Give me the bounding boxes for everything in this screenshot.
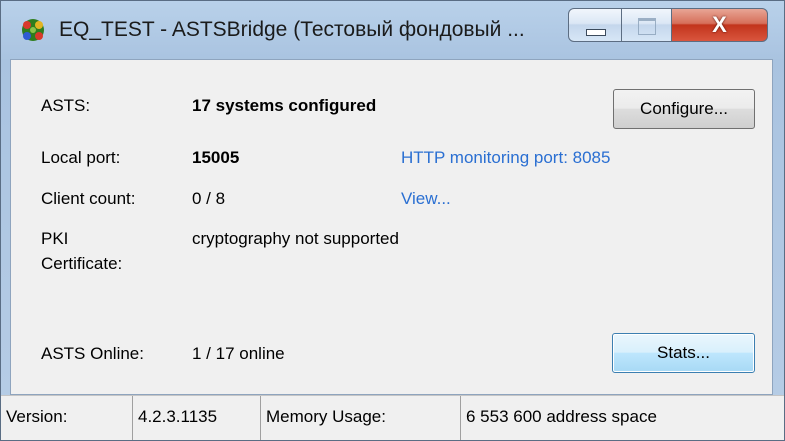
version-label: Version: <box>1 396 133 440</box>
window-title: EQ_TEST - ASTSBridge (Тестовый фондовый … <box>59 18 525 41</box>
pki-value: cryptography not supported <box>192 229 399 248</box>
title-bar[interactable]: EQ_TEST - ASTSBridge (Тестовый фондовый … <box>1 1 784 59</box>
pki-label-line2: Certificate: <box>41 254 123 273</box>
asts-value: 17 systems configured <box>192 96 377 115</box>
window-controls: X <box>568 8 770 44</box>
version-value: 4.2.3.1135 <box>133 396 261 440</box>
http-monitoring-port-link[interactable]: HTTP monitoring port: 8085 <box>401 147 610 169</box>
puzzle-app-icon[interactable] <box>19 17 47 43</box>
asts-online-value: 1 / 17 online <box>192 344 285 363</box>
view-clients-link[interactable]: View... <box>401 188 451 210</box>
asts-online-label: ASTS Online: <box>41 344 144 363</box>
local-port-value: 15005 <box>192 148 240 167</box>
pki-label-line1: PKI <box>41 229 69 248</box>
app-window: EQ_TEST - ASTSBridge (Тестовый фондовый … <box>0 0 785 441</box>
status-bar: Version: 4.2.3.1135 Memory Usage: 6 553 … <box>1 395 784 440</box>
main-panel: ASTS: 17 systems configured Configure...… <box>10 59 773 395</box>
local-port-label: Local port: <box>41 148 121 167</box>
minimize-icon <box>586 29 606 36</box>
configure-button[interactable]: Configure... <box>613 89 755 129</box>
minimize-button[interactable] <box>568 8 622 42</box>
client-count-value: 0 / 8 <box>192 189 226 208</box>
stats-button[interactable]: Stats... <box>612 333 755 373</box>
asts-label: ASTS: <box>41 96 91 115</box>
close-icon: X <box>712 12 727 37</box>
client-count-label: Client count: <box>41 189 136 208</box>
memory-usage-label: Memory Usage: <box>261 396 461 440</box>
maximize-button[interactable] <box>622 8 672 42</box>
memory-usage-value: 6 553 600 address space <box>466 407 657 426</box>
maximize-icon <box>638 18 656 35</box>
close-button[interactable]: X <box>672 8 768 42</box>
